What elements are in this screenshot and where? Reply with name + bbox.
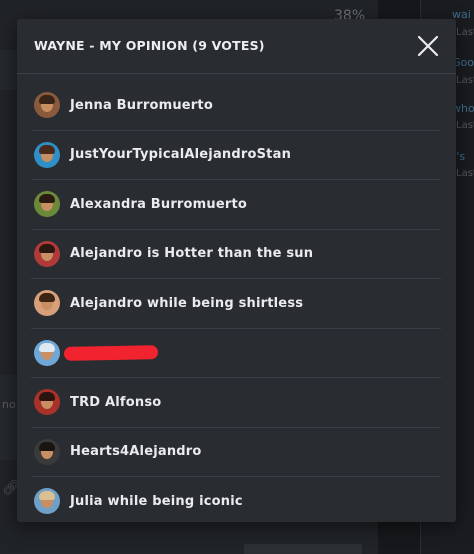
avatar-hair [39, 194, 55, 204]
avatar[interactable] [34, 339, 60, 366]
voter-row[interactable]: Alejandro is Hotter than the sun [31, 230, 441, 279]
voter-name[interactable]: JustYourTypicalAlejandroStan [70, 147, 291, 162]
voter-name[interactable]: Hearts4Alejandro [70, 444, 202, 459]
voter-name[interactable]: Jenna Burromuerto [70, 98, 213, 113]
avatar[interactable] [34, 141, 60, 168]
avatar-hair [39, 342, 55, 352]
background-snippet: Last [456, 27, 474, 38]
voter-row[interactable]: TRD Alfonso [31, 378, 441, 428]
modal-title: WAYNE - MY OPINION (9 VOTES) [34, 38, 265, 53]
voter-name[interactable]: Alejandro while being shirtless [70, 296, 303, 311]
avatar-hair [39, 441, 55, 451]
voter-row[interactable]: Alejandro while being shirtless [31, 279, 441, 329]
modal-header: WAYNE - MY OPINION (9 VOTES) [17, 19, 456, 74]
voter-row[interactable]: Alexandra Burromuerto [31, 180, 441, 230]
avatar[interactable] [34, 191, 60, 218]
background-snippet: Last [456, 168, 474, 179]
voter-row[interactable] [31, 329, 441, 378]
voter-name[interactable]: Alexandra Burromuerto [70, 197, 247, 212]
avatar[interactable] [34, 290, 60, 317]
close-icon [417, 35, 439, 57]
voter-row[interactable]: Jenna Burromuerto [31, 81, 441, 131]
background-snippet: Last [456, 75, 474, 86]
close-button[interactable] [417, 35, 439, 57]
redacted-name [63, 344, 159, 361]
avatar-hair [39, 95, 55, 105]
avatar[interactable] [34, 438, 60, 465]
voter-name[interactable]: TRD Alfonso [70, 395, 161, 410]
avatar-hair [39, 243, 55, 253]
voters-modal: WAYNE - MY OPINION (9 VOTES) Jenna Burro… [17, 19, 456, 522]
background-snippet: no [2, 398, 16, 411]
voter-row[interactable]: Hearts4Alejandro [31, 428, 441, 477]
avatar[interactable] [34, 389, 60, 416]
avatar[interactable] [34, 240, 60, 267]
voter-name[interactable]: Julia while being iconic [70, 494, 243, 509]
avatar[interactable] [34, 488, 60, 515]
avatar-hair [39, 491, 55, 501]
background-snippet: Last [456, 120, 474, 131]
voter-name[interactable]: Alejandro is Hotter than the sun [70, 246, 313, 261]
avatar-hair [39, 392, 55, 402]
avatar-hair [39, 293, 55, 303]
background-bar [244, 544, 362, 554]
avatar[interactable] [34, 92, 60, 119]
voter-row[interactable]: JustYourTypicalAlejandroStan [31, 131, 441, 180]
voter-row[interactable]: Julia while being iconic [31, 477, 441, 526]
voter-list: Jenna Burromuerto JustYourTypicalAlejandr… [31, 81, 441, 526]
avatar-hair [39, 144, 55, 154]
